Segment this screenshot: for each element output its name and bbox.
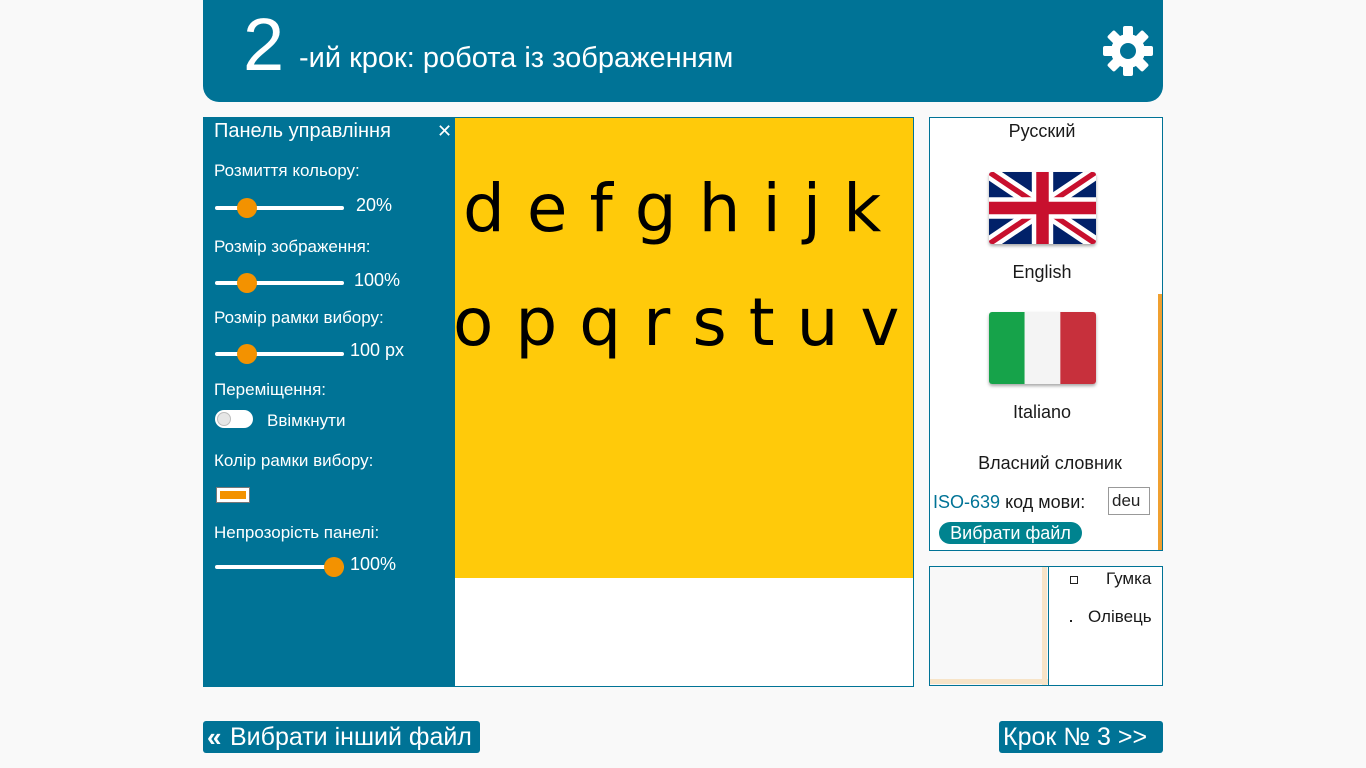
language-russian[interactable]: Русский (930, 120, 1154, 142)
gear-icon[interactable] (1101, 24, 1155, 78)
language-scrollbar[interactable] (1158, 294, 1162, 550)
selection-size-knob[interactable] (237, 344, 257, 364)
choose-another-file-label: Вибрати інший файл (230, 723, 472, 751)
step-number: 2 (243, 3, 285, 86)
selection-size-label: Розмір рамки вибору: (214, 308, 384, 327)
uk-flag-icon[interactable] (989, 172, 1096, 244)
image-size-value: 100% (354, 270, 401, 290)
choose-another-file-button[interactable]: « Вибрати інший файл (203, 721, 480, 753)
next-step-label: Крок № 3 >> (1003, 723, 1148, 751)
image-text-row-2: opqrstuv (455, 284, 914, 361)
move-toggle[interactable] (215, 410, 253, 428)
image-size-knob[interactable] (237, 273, 257, 293)
language-english[interactable]: English (930, 261, 1154, 283)
brush-preview-edge (1042, 567, 1047, 685)
work-area: defghijk opqrstuv Панель управління ✕ Ро… (203, 117, 914, 687)
color-blur-label: Розмиття кольору: (214, 161, 360, 180)
image-canvas[interactable]: defghijk opqrstuv (455, 118, 914, 578)
move-toggle-knob (217, 412, 231, 426)
next-step-button[interactable]: Крок № 3 >> (999, 721, 1163, 753)
header-bar: 2 -ий крок: робота із зображенням (203, 0, 1163, 102)
control-panel-title: Панель управління (214, 120, 391, 142)
color-blur-knob[interactable] (237, 198, 257, 218)
eraser-icon[interactable] (1070, 576, 1078, 584)
selection-size-value: 100 px (350, 340, 405, 360)
color-blur-value: 20% (356, 195, 393, 215)
selection-color-fill (220, 491, 246, 499)
move-label: Переміщення: (214, 380, 327, 399)
tools-panel: Гумка Олівець (929, 566, 1163, 686)
italy-flag-icon[interactable] (989, 312, 1096, 384)
panel-opacity-slider[interactable] (215, 557, 344, 577)
double-chevron-left-icon: « (207, 722, 222, 752)
close-icon[interactable]: ✕ (437, 120, 452, 142)
choose-file-button[interactable]: Вибрати файл (939, 522, 1082, 544)
color-blur-slider[interactable] (215, 198, 344, 218)
selection-size-slider[interactable] (215, 344, 344, 364)
pencil-icon[interactable] (1070, 620, 1072, 622)
control-panel: Панель управління ✕ Розмиття кольору: 20… (204, 118, 455, 686)
move-toggle-label: Ввімкнути (267, 411, 346, 430)
language-panel: Русский English Italiano Власний словник… (929, 117, 1163, 551)
selection-color-swatch[interactable] (216, 487, 250, 503)
panel-opacity-label: Непрозорість панелі: (214, 523, 380, 542)
pencil-tool[interactable]: Олівець (1088, 606, 1152, 628)
image-text-edge-char: o (455, 284, 516, 361)
brush-preview (930, 567, 1049, 685)
language-italian[interactable]: Italiano (930, 401, 1154, 423)
image-text-row-1: defghijk (463, 170, 904, 247)
image-size-label: Розмір зображення: (214, 237, 371, 256)
iso-639-link[interactable]: ISO-639 (933, 492, 1000, 512)
panel-opacity-value: 100% (350, 554, 397, 574)
language-code-input[interactable]: deu (1108, 487, 1150, 515)
custom-dictionary-label: Власний словник (978, 453, 1122, 473)
iso-row: ISO-639 код мови: (933, 490, 1085, 514)
step-title: -ий крок: робота із зображенням (299, 42, 734, 74)
selection-color-label: Колір рамки вибору: (214, 451, 374, 470)
image-size-slider[interactable] (215, 273, 344, 293)
image-text-row-2-body: pqrstuv (515, 284, 914, 361)
brush-preview-bottom (930, 679, 1048, 684)
iso-code-label: код мови: (1005, 492, 1086, 512)
panel-opacity-knob[interactable] (324, 557, 344, 577)
eraser-tool[interactable]: Гумка (1106, 568, 1151, 590)
